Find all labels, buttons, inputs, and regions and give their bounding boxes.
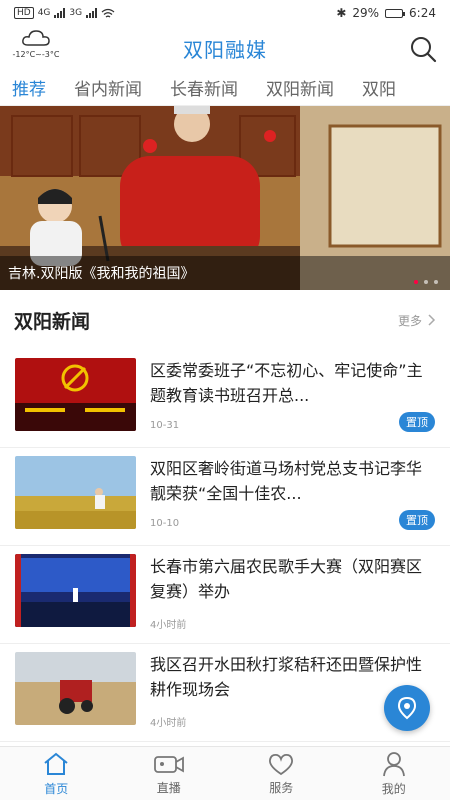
news-title: 双阳区奢岭街道马场村党总支书记李华靓荣获“全国十佳农... xyxy=(150,459,423,503)
chevron-right-icon xyxy=(428,314,436,326)
bottom-navigation: 首页 直播 服务 我的 xyxy=(0,746,450,800)
section-title: 双阳新闻 xyxy=(14,310,91,333)
app-screen: HD 4G 3G ✱ 29% 6:24 -12°C~-3°C 双阳融媒 推荐 省… xyxy=(0,0,450,800)
pinned-badge: 置顶 xyxy=(399,510,435,530)
tab-shuangyang-more[interactable]: 双阳 xyxy=(348,75,410,100)
status-bar: HD 4G 3G ✱ 29% 6:24 xyxy=(0,0,450,26)
banner-carousel[interactable]: 吉林.双阳版《我和我的祖国》 xyxy=(0,106,450,290)
category-tabs: 推荐 省内新闻 长春新闻 双阳新闻 双阳 xyxy=(0,70,450,106)
tab-changchun-news[interactable]: 长春新闻 xyxy=(156,75,252,100)
nav-services[interactable]: 服务 xyxy=(225,747,338,800)
news-thumbnail xyxy=(15,456,136,529)
status-left: HD 4G 3G xyxy=(14,7,115,19)
carousel-dot[interactable] xyxy=(434,280,438,284)
news-title: 区委常委班子“不忘初心、牢记使命”主题教育读书班召开总... xyxy=(150,361,423,405)
tab-province-news[interactable]: 省内新闻 xyxy=(60,75,156,100)
network-4g-label: 4G xyxy=(37,8,51,18)
list-item[interactable]: 长春市第六届农民歌手大赛（双阳赛区复赛）举办 4小时前 xyxy=(0,546,450,644)
location-fab[interactable] xyxy=(384,685,430,731)
list-item[interactable]: 双阳区奢岭街道马场村党总支书记李华靓荣获“全国十佳农... 10-10 置顶 xyxy=(0,448,450,546)
signal-icon-2 xyxy=(86,8,98,18)
news-list: 区委常委班子“不忘初心、牢记使命”主题教育读书班召开总... 10-31 置顶 … xyxy=(0,350,450,742)
carousel-dots xyxy=(414,280,438,284)
tab-recommend[interactable]: 推荐 xyxy=(0,75,60,100)
clock: 6:24 xyxy=(409,6,436,20)
section-header: 双阳新闻 更多 xyxy=(0,298,450,342)
video-camera-icon xyxy=(153,755,184,773)
tab-shuangyang-news[interactable]: 双阳新闻 xyxy=(252,75,348,100)
list-item[interactable]: 我区召开水田秋打浆秸秆还田暨保护性耕作现场会 4小时前 xyxy=(0,644,450,742)
carousel-dot[interactable] xyxy=(414,280,418,284)
cloud-icon xyxy=(22,30,50,46)
wifi-icon xyxy=(101,8,115,18)
signal-icon xyxy=(54,8,66,18)
status-right: ✱ 29% 6:24 xyxy=(336,6,436,20)
more-label: 更多 xyxy=(397,313,422,328)
heart-icon xyxy=(269,753,294,775)
nav-profile[interactable]: 我的 xyxy=(338,747,450,800)
search-icon xyxy=(411,37,437,63)
app-header: -12°C~-3°C 双阳融媒 xyxy=(0,26,450,70)
weather-widget[interactable]: -12°C~-3°C xyxy=(6,28,66,59)
nav-label: 我的 xyxy=(381,781,406,796)
list-item[interactable]: 区委常委班子“不忘初心、牢记使命”主题教育读书班召开总... 10-31 置顶 xyxy=(0,350,450,448)
user-icon xyxy=(382,751,405,776)
map-pin-icon xyxy=(397,696,417,720)
nav-label: 首页 xyxy=(44,781,69,796)
news-time: 4小时前 xyxy=(150,718,187,729)
home-icon xyxy=(44,752,68,775)
news-time: 10-10 xyxy=(150,518,180,529)
carousel-dot[interactable] xyxy=(424,280,428,284)
bluetooth-icon: ✱ xyxy=(336,6,347,20)
news-title: 长春市第六届农民歌手大赛（双阳赛区复赛）举办 xyxy=(150,557,423,601)
news-time: 4小时前 xyxy=(150,620,187,631)
news-thumbnail xyxy=(15,652,136,725)
news-time: 10-31 xyxy=(150,420,180,431)
network-3g-label: 3G xyxy=(69,8,83,18)
battery-icon xyxy=(385,8,406,18)
weather-temperature: -12°C~-3°C xyxy=(12,50,60,59)
pinned-badge: 置顶 xyxy=(399,412,435,432)
banner-caption: 吉林.双阳版《我和我的祖国》 xyxy=(0,256,450,290)
battery-percent: 29% xyxy=(352,6,380,20)
news-thumbnail xyxy=(15,358,136,431)
hd-label: HD xyxy=(14,7,34,19)
nav-label: 服务 xyxy=(269,780,294,795)
nav-home[interactable]: 首页 xyxy=(0,747,113,800)
more-link[interactable]: 更多 xyxy=(398,312,436,329)
news-thumbnail xyxy=(15,554,136,627)
nav-live[interactable]: 直播 xyxy=(113,747,226,800)
app-title: 双阳融媒 xyxy=(183,37,267,62)
search-button[interactable] xyxy=(408,34,438,64)
nav-label: 直播 xyxy=(156,780,181,795)
